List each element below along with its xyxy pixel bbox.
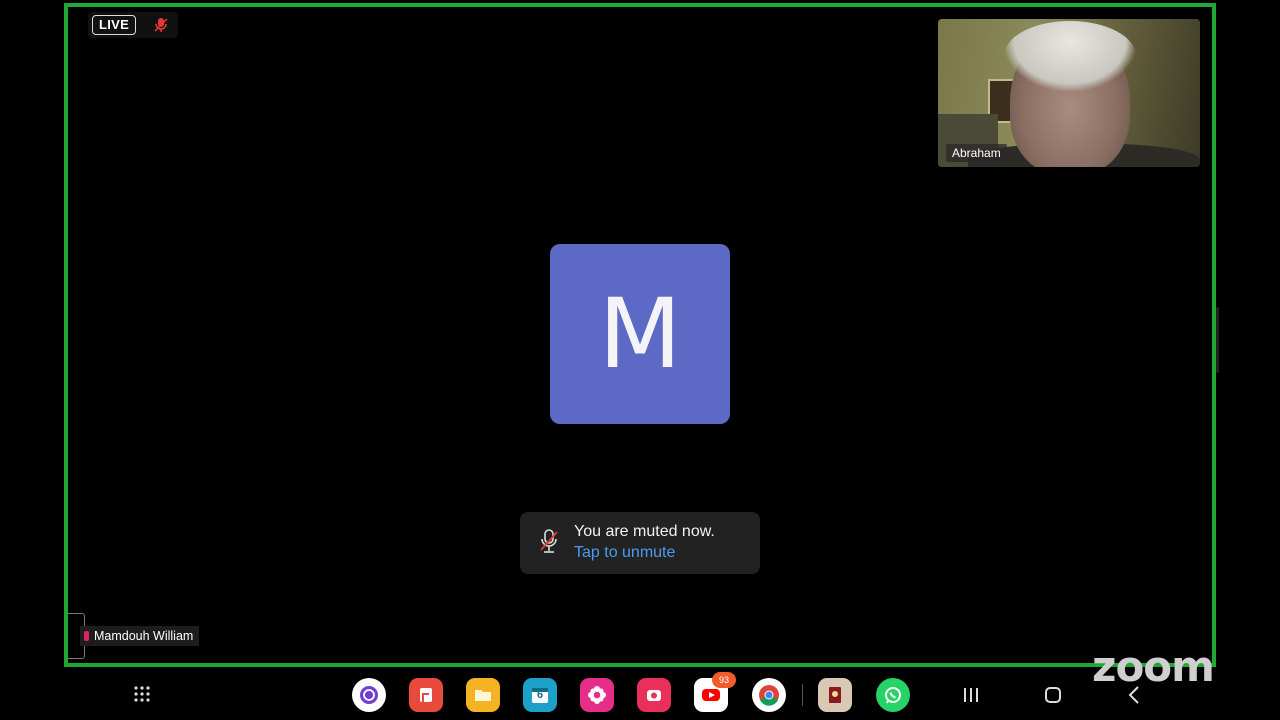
app-icon bbox=[829, 687, 841, 703]
recents-icon[interactable] bbox=[958, 682, 984, 708]
self-video-tile[interactable]: Abraham bbox=[938, 19, 1200, 167]
store-icon bbox=[360, 686, 378, 704]
galaxy-store-app[interactable] bbox=[352, 678, 386, 712]
video-person-hair bbox=[1004, 21, 1136, 91]
screen-recorder-app[interactable] bbox=[637, 678, 671, 712]
chrome-icon bbox=[759, 685, 779, 706]
back-icon[interactable] bbox=[1122, 682, 1148, 708]
participant-name-tag: Mamdouh William bbox=[80, 626, 200, 646]
taskbar: 6 93 bbox=[0, 672, 1280, 720]
flower-icon bbox=[588, 686, 606, 704]
active-speaker-avatar[interactable]: M bbox=[550, 244, 730, 424]
folder-icon bbox=[475, 690, 491, 701]
dock-divider bbox=[802, 684, 803, 706]
tap-to-unmute-link[interactable]: Tap to unmute bbox=[574, 544, 675, 562]
notes-icon bbox=[420, 688, 432, 702]
whatsapp-app[interactable] bbox=[876, 678, 910, 712]
home-icon[interactable] bbox=[1040, 682, 1066, 708]
notification-badge: 93 bbox=[712, 672, 736, 688]
muted-dot-icon bbox=[84, 631, 89, 641]
scroll-indicator[interactable] bbox=[1216, 307, 1219, 373]
meeting-frame: LIVE Abraham M You are muted now. Tap to… bbox=[64, 3, 1219, 667]
notes-app[interactable] bbox=[409, 678, 443, 712]
muted-mic-icon bbox=[154, 18, 168, 32]
whatsapp-icon bbox=[885, 687, 901, 704]
apps-grid-icon[interactable] bbox=[132, 684, 152, 704]
live-badge[interactable]: LIVE bbox=[92, 15, 137, 35]
my-files-app[interactable] bbox=[466, 678, 500, 712]
self-view-name: Abraham bbox=[946, 144, 1007, 162]
bible-app[interactable] bbox=[818, 678, 852, 712]
mic-muted-icon bbox=[540, 529, 558, 553]
camera-icon bbox=[647, 690, 661, 701]
chrome-app[interactable] bbox=[752, 678, 786, 712]
toast-message: You are muted now. bbox=[574, 523, 715, 540]
youtube-app[interactable]: 93 bbox=[694, 672, 736, 712]
muted-toast[interactable]: You are muted now. Tap to unmute bbox=[520, 512, 760, 574]
calendar-app[interactable]: 6 bbox=[523, 678, 557, 712]
participant-name: Mamdouh William bbox=[94, 629, 194, 643]
blossom-app[interactable] bbox=[580, 678, 614, 712]
calendar-date: 6 bbox=[536, 689, 544, 701]
